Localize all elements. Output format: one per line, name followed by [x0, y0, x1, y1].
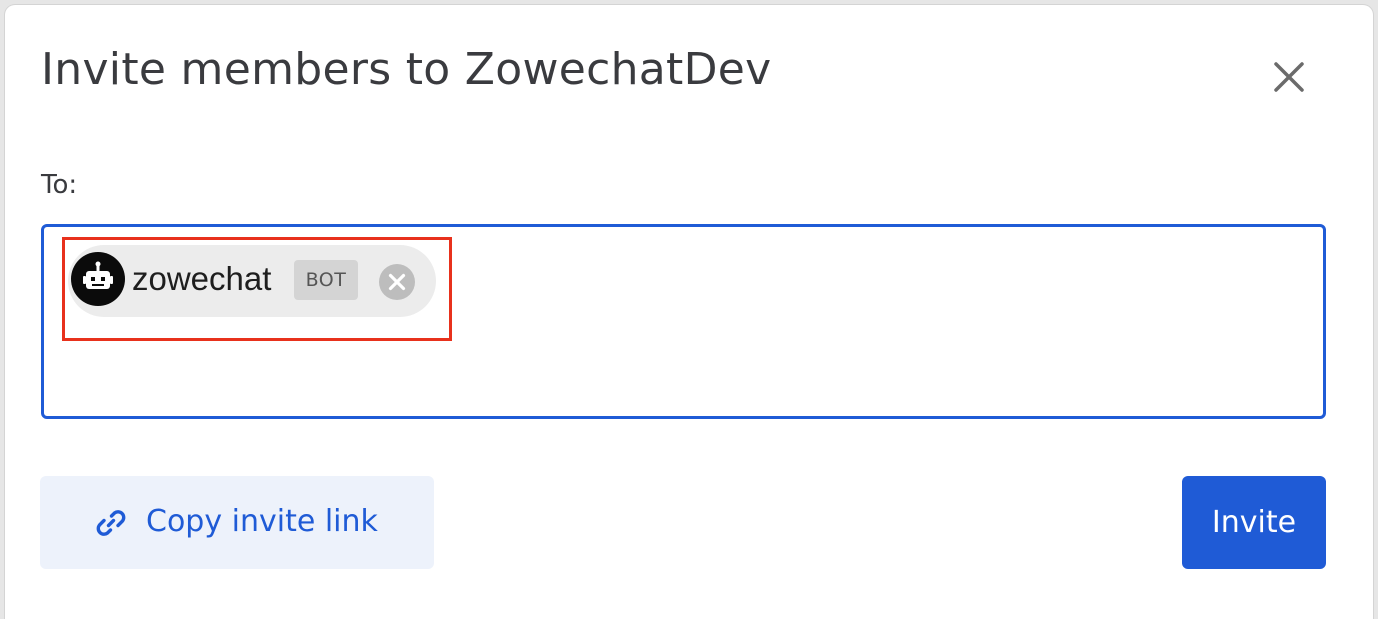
invite-button[interactable]: Invite — [1182, 476, 1326, 569]
copy-invite-link-button[interactable]: Copy invite link — [40, 476, 434, 569]
close-button[interactable] — [1266, 54, 1312, 100]
copy-invite-link-label: Copy invite link — [146, 504, 378, 539]
link-icon — [96, 510, 126, 536]
to-label: To: — [41, 170, 78, 200]
dialog-title: Invite members to ZowechatDev — [41, 44, 772, 95]
close-icon — [1274, 62, 1304, 92]
highlight-box — [62, 237, 452, 341]
